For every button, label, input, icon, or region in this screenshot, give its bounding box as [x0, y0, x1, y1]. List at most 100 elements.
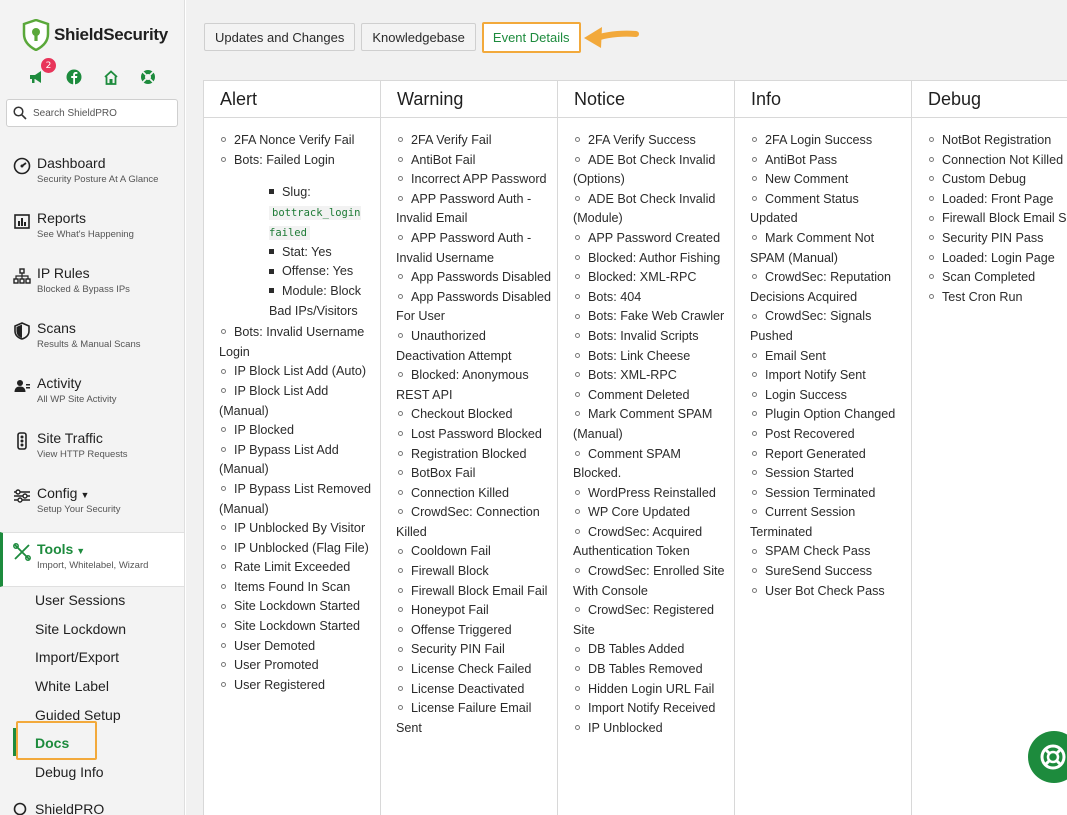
- list-item: Firewall Block Email Success: [927, 209, 1067, 229]
- event-name: Connection Not Killed: [942, 152, 1064, 167]
- subnav-guided-setup[interactable]: Guided Setup: [0, 700, 184, 729]
- event-name: 2FA Login Success: [765, 133, 873, 147]
- event-name: Report Generated: [765, 446, 866, 461]
- facebook-icon[interactable]: [65, 68, 83, 86]
- event-name: Bots: XML-RPC: [588, 368, 677, 383]
- search-input[interactable]: [33, 107, 173, 119]
- nav-item-dashboard[interactable]: Dashboard Security Posture At A Glance: [0, 147, 184, 202]
- column-notice: Notice 2FA Verify Success ADE Bot Check I…: [558, 81, 735, 815]
- list-item: SPAM Check Pass: [750, 542, 907, 562]
- list-item: Mark Comment SPAM (Manual): [573, 405, 730, 444]
- subnav-user-sessions[interactable]: User Sessions: [0, 586, 184, 615]
- column-debug: Debug NotBot Registration Connection Not …: [912, 81, 1067, 815]
- list-item: New Comment: [750, 170, 907, 190]
- bullet-icon: [752, 450, 757, 456]
- event-name: SureSend Success: [765, 564, 873, 579]
- property-item: Module: Block Bad IPs/Visitors: [269, 282, 372, 321]
- nav-item-shieldpro[interactable]: ShieldPRO: [13, 801, 104, 815]
- list-item: AntiBot Pass: [750, 151, 907, 171]
- bullet-icon: [752, 235, 757, 241]
- lifebuoy-icon[interactable]: [139, 68, 157, 86]
- bullet-icon: [752, 137, 757, 143]
- subnav-site-lockdown[interactable]: Site Lockdown: [0, 615, 184, 644]
- tab-event-details[interactable]: Event Details: [481, 22, 581, 53]
- bullet-icon: [752, 568, 757, 574]
- nav-title: Site Traffic: [37, 430, 103, 446]
- list-item: WP Core Updated: [573, 503, 730, 523]
- nav-title: Reports: [37, 210, 87, 226]
- bullet-icon: [221, 603, 226, 609]
- bullet-icon: [398, 372, 403, 378]
- tab-updates-and-changes[interactable]: Updates and Changes: [204, 23, 356, 51]
- bullet-icon: [398, 666, 403, 672]
- event-name: Bots: Link Cheese: [588, 348, 691, 363]
- bullet-icon: [929, 293, 934, 299]
- list-item: DB Tables Added: [573, 640, 730, 660]
- event-name: IP Block List Add (Manual): [219, 383, 329, 418]
- home-icon[interactable]: [102, 68, 120, 86]
- list-item: License Check Failed: [396, 660, 553, 680]
- tab-knowledgebase[interactable]: Knowledgebase: [361, 23, 476, 51]
- bullet-icon: [929, 195, 934, 201]
- search-box[interactable]: [6, 99, 178, 127]
- event-name: Mark Comment SPAM (Manual): [573, 407, 713, 441]
- event-name: Session Terminated: [765, 485, 876, 500]
- list-item: Report Generated: [750, 445, 907, 465]
- list-item: ADE Bot Check Invalid (Options): [573, 151, 730, 190]
- list-item: Bots: 404: [573, 288, 730, 308]
- event-name: Comment SPAM Blocked.: [573, 446, 681, 481]
- bullet-icon: [221, 682, 226, 688]
- chevron-down-icon: ▼: [76, 546, 86, 556]
- event-name: Current Session Terminated: [750, 505, 856, 539]
- subnav-docs[interactable]: Docs: [0, 729, 184, 758]
- event-name: DB Tables Removed: [588, 662, 703, 677]
- bullet-icon: [398, 489, 403, 495]
- event-list-alert-more: Bots: Invalid Username Login IP Block Lis…: [204, 321, 380, 695]
- list-item: NotBot Registration: [927, 131, 1067, 151]
- bullet-icon: [929, 254, 934, 260]
- list-item: CrowdSec: Reputation Decisions Acquired: [750, 268, 907, 307]
- nav-item-tools[interactable]: Tools ▼ Import, Whitelabel, Wizard: [0, 532, 184, 587]
- event-name: Bots: Failed Login: [234, 152, 335, 167]
- list-item: Mark Comment Not SPAM (Manual): [750, 229, 907, 268]
- nav-title: IP Rules: [37, 265, 90, 281]
- nav-item-ip-rules[interactable]: IP Rules Blocked & Bypass IPs: [0, 257, 184, 312]
- list-item: Blocked: Author Fishing: [573, 249, 730, 269]
- nav-title-with-caret: Config ▼: [37, 485, 184, 501]
- nav-item-scans[interactable]: Scans Results & Manual Scans: [0, 312, 184, 367]
- subnav-white-label[interactable]: White Label: [0, 672, 184, 701]
- property-text: Offense: Yes: [282, 264, 354, 279]
- list-item: Import Notify Sent: [750, 366, 907, 386]
- list-item: BotBox Fail: [396, 464, 553, 484]
- nav-item-reports[interactable]: Reports See What's Happening: [0, 202, 184, 257]
- bullet-icon: [221, 623, 226, 629]
- event-name: User Bot Check Pass: [765, 583, 885, 598]
- list-item: Bots: XML-RPC: [573, 366, 730, 386]
- event-name: License Check Failed: [411, 662, 532, 677]
- list-item: User Promoted: [219, 656, 376, 676]
- nav-item-site-traffic[interactable]: Site Traffic View HTTP Requests: [0, 422, 184, 477]
- event-properties: Slug: bottrack_login failed Stat: Yes Off…: [219, 170, 376, 321]
- bullet-icon: [752, 548, 757, 554]
- nav-item-activity[interactable]: Activity All WP Site Activity: [0, 367, 184, 422]
- logo[interactable]: ShieldSecurity: [22, 19, 168, 51]
- event-name: Import Notify Sent: [765, 368, 866, 383]
- list-item: APP Password Auth - Invalid Username: [396, 229, 553, 268]
- list-item: Blocked: XML-RPC: [573, 268, 730, 288]
- list-item: Bots: Link Cheese: [573, 347, 730, 367]
- event-name: WP Core Updated: [588, 505, 690, 520]
- event-name: Rate Limit Exceeded: [234, 560, 351, 575]
- bullet-icon: [575, 568, 580, 574]
- event-name: Hidden Login URL Fail: [588, 681, 715, 696]
- megaphone-icon[interactable]: 2: [28, 58, 56, 86]
- event-name: Email Sent: [765, 348, 826, 363]
- bullet-icon: [221, 388, 226, 394]
- subnav-import-export[interactable]: Import/Export: [0, 643, 184, 672]
- bullet-icon: [575, 274, 580, 280]
- subnav-debug-info[interactable]: Debug Info: [0, 758, 184, 787]
- event-name: Firewall Block Email Success: [942, 211, 1067, 226]
- header-icons: 2: [28, 58, 157, 86]
- nav-item-config[interactable]: Config ▼ Setup Your Security: [0, 477, 184, 532]
- nav-subtitle: Blocked & Bypass IPs: [37, 284, 130, 295]
- nav-title: Config: [37, 485, 78, 501]
